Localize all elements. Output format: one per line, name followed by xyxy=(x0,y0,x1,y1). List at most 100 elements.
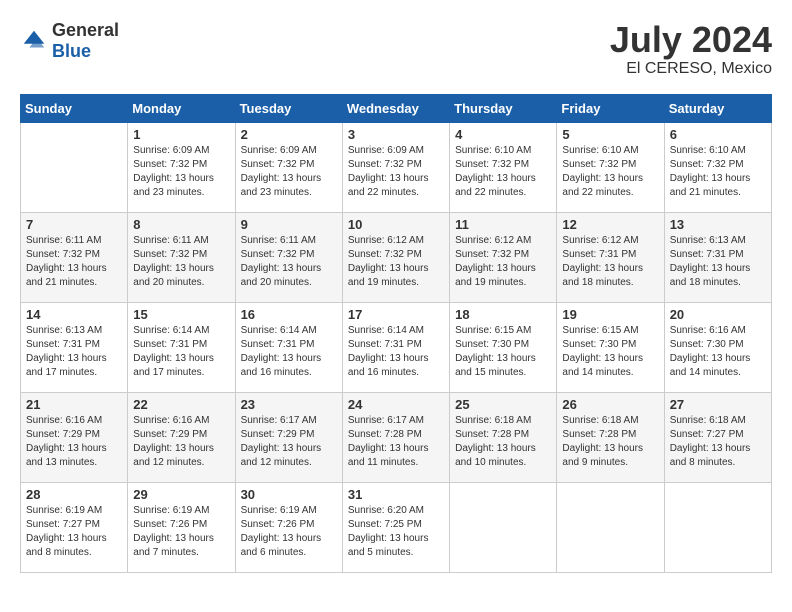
day-number: 4 xyxy=(455,127,551,142)
day-info: Sunrise: 6:13 AMSunset: 7:31 PMDaylight:… xyxy=(26,324,122,380)
calendar-cell: 13 Sunrise: 6:13 AMSunset: 7:31 PMDayligh… xyxy=(664,212,771,302)
day-info: Sunrise: 6:10 AMSunset: 7:32 PMDaylight:… xyxy=(455,144,551,200)
day-number: 23 xyxy=(241,397,337,412)
day-number: 17 xyxy=(348,307,444,322)
calendar-cell: 5 Sunrise: 6:10 AMSunset: 7:32 PMDaylight… xyxy=(557,122,664,212)
day-number: 24 xyxy=(348,397,444,412)
day-info: Sunrise: 6:18 AMSunset: 7:28 PMDaylight:… xyxy=(455,414,551,470)
day-info: Sunrise: 6:12 AMSunset: 7:31 PMDaylight:… xyxy=(562,234,658,290)
calendar-week-row: 28 Sunrise: 6:19 AMSunset: 7:27 PMDayligh… xyxy=(21,482,772,572)
weekday-header: Wednesday xyxy=(342,94,449,122)
day-number: 14 xyxy=(26,307,122,322)
day-number: 27 xyxy=(670,397,766,412)
day-info: Sunrise: 6:18 AMSunset: 7:27 PMDaylight:… xyxy=(670,414,766,470)
day-number: 15 xyxy=(133,307,229,322)
weekday-header: Monday xyxy=(128,94,235,122)
day-info: Sunrise: 6:10 AMSunset: 7:32 PMDaylight:… xyxy=(562,144,658,200)
day-number: 25 xyxy=(455,397,551,412)
calendar-cell: 20Sunrise: 6:16 AMSunset: 7:30 PMDayligh… xyxy=(664,302,771,392)
day-info: Sunrise: 6:12 AMSunset: 7:32 PMDaylight:… xyxy=(348,234,444,290)
day-number: 7 xyxy=(26,217,122,232)
calendar-cell: 1 Sunrise: 6:09 AMSunset: 7:32 PMDaylight… xyxy=(128,122,235,212)
calendar-week-row: 21 Sunrise: 6:16 AMSunset: 7:29 PMDayligh… xyxy=(21,392,772,482)
day-info: Sunrise: 6:20 AMSunset: 7:25 PMDaylight:… xyxy=(348,504,444,560)
day-info: Sunrise: 6:09 AMSunset: 7:32 PMDaylight:… xyxy=(133,144,229,200)
month-title: July 2024 xyxy=(610,20,772,60)
calendar-cell: 4 Sunrise: 6:10 AMSunset: 7:32 PMDaylight… xyxy=(450,122,557,212)
day-number: 3 xyxy=(348,127,444,142)
calendar-cell: 2 Sunrise: 6:09 AMSunset: 7:32 PMDaylight… xyxy=(235,122,342,212)
day-info: Sunrise: 6:14 AMSunset: 7:31 PMDaylight:… xyxy=(241,324,337,380)
calendar-week-row: 1 Sunrise: 6:09 AMSunset: 7:32 PMDaylight… xyxy=(21,122,772,212)
day-number: 8 xyxy=(133,217,229,232)
day-info: Sunrise: 6:09 AMSunset: 7:32 PMDaylight:… xyxy=(241,144,337,200)
calendar-cell: 6Sunrise: 6:10 AMSunset: 7:32 PMDaylight… xyxy=(664,122,771,212)
calendar-cell: 24 Sunrise: 6:17 AMSunset: 7:28 PMDayligh… xyxy=(342,392,449,482)
day-info: Sunrise: 6:18 AMSunset: 7:28 PMDaylight:… xyxy=(562,414,658,470)
calendar-cell: 15 Sunrise: 6:14 AMSunset: 7:31 PMDayligh… xyxy=(128,302,235,392)
calendar-cell: 22 Sunrise: 6:16 AMSunset: 7:29 PMDayligh… xyxy=(128,392,235,482)
calendar-cell: 7 Sunrise: 6:11 AMSunset: 7:32 PMDaylight… xyxy=(21,212,128,302)
day-info: Sunrise: 6:11 AMSunset: 7:32 PMDaylight:… xyxy=(26,234,122,290)
day-number: 5 xyxy=(562,127,658,142)
day-info: Sunrise: 6:09 AMSunset: 7:32 PMDaylight:… xyxy=(348,144,444,200)
day-info: Sunrise: 6:15 AMSunset: 7:30 PMDaylight:… xyxy=(455,324,551,380)
calendar-cell: 11 Sunrise: 6:12 AMSunset: 7:32 PMDayligh… xyxy=(450,212,557,302)
day-info: Sunrise: 6:16 AMSunset: 7:29 PMDaylight:… xyxy=(26,414,122,470)
calendar-cell: 30Sunrise: 6:19 AMSunset: 7:26 PMDayligh… xyxy=(235,482,342,572)
day-info: Sunrise: 6:16 AMSunset: 7:30 PMDaylight:… xyxy=(670,324,766,380)
day-number: 28 xyxy=(26,487,122,502)
calendar-cell: 19 Sunrise: 6:15 AMSunset: 7:30 PMDayligh… xyxy=(557,302,664,392)
day-number: 6 xyxy=(670,127,766,142)
day-number: 13 xyxy=(670,217,766,232)
day-number: 18 xyxy=(455,307,551,322)
calendar-cell: 27 Sunrise: 6:18 AMSunset: 7:27 PMDayligh… xyxy=(664,392,771,482)
calendar-table: SundayMondayTuesdayWednesdayThursdayFrid… xyxy=(20,94,772,573)
calendar-cell: 21 Sunrise: 6:16 AMSunset: 7:29 PMDayligh… xyxy=(21,392,128,482)
calendar-cell: 12Sunrise: 6:12 AMSunset: 7:31 PMDayligh… xyxy=(557,212,664,302)
day-number: 30 xyxy=(241,487,337,502)
day-info: Sunrise: 6:14 AMSunset: 7:31 PMDaylight:… xyxy=(348,324,444,380)
day-number: 2 xyxy=(241,127,337,142)
calendar-cell: 14 Sunrise: 6:13 AMSunset: 7:31 PMDayligh… xyxy=(21,302,128,392)
day-info: Sunrise: 6:19 AMSunset: 7:26 PMDaylight:… xyxy=(133,504,229,560)
calendar-cell: 25 Sunrise: 6:18 AMSunset: 7:28 PMDayligh… xyxy=(450,392,557,482)
day-number: 31 xyxy=(348,487,444,502)
weekday-header: Friday xyxy=(557,94,664,122)
location-title: El CERESO, Mexico xyxy=(610,60,772,78)
day-info: Sunrise: 6:15 AMSunset: 7:30 PMDaylight:… xyxy=(562,324,658,380)
calendar-cell xyxy=(557,482,664,572)
logo: General Blue xyxy=(20,20,119,62)
page-header: General Blue July 2024 El CERESO, Mexico xyxy=(20,20,772,78)
calendar-cell: 31 Sunrise: 6:20 AMSunset: 7:25 PMDayligh… xyxy=(342,482,449,572)
calendar-cell xyxy=(664,482,771,572)
weekday-header: Sunday xyxy=(21,94,128,122)
day-info: Sunrise: 6:13 AMSunset: 7:31 PMDaylight:… xyxy=(670,234,766,290)
calendar-cell: 23 Sunrise: 6:17 AMSunset: 7:29 PMDayligh… xyxy=(235,392,342,482)
day-number: 1 xyxy=(133,127,229,142)
calendar-cell: 3 Sunrise: 6:09 AMSunset: 7:32 PMDaylight… xyxy=(342,122,449,212)
day-number: 19 xyxy=(562,307,658,322)
day-info: Sunrise: 6:16 AMSunset: 7:29 PMDaylight:… xyxy=(133,414,229,470)
day-number: 29 xyxy=(133,487,229,502)
day-number: 21 xyxy=(26,397,122,412)
day-info: Sunrise: 6:17 AMSunset: 7:28 PMDaylight:… xyxy=(348,414,444,470)
day-info: Sunrise: 6:11 AMSunset: 7:32 PMDaylight:… xyxy=(133,234,229,290)
calendar-cell: 18 Sunrise: 6:15 AMSunset: 7:30 PMDayligh… xyxy=(450,302,557,392)
day-number: 10 xyxy=(348,217,444,232)
calendar-cell xyxy=(21,122,128,212)
day-info: Sunrise: 6:12 AMSunset: 7:32 PMDaylight:… xyxy=(455,234,551,290)
day-info: Sunrise: 6:14 AMSunset: 7:31 PMDaylight:… xyxy=(133,324,229,380)
day-info: Sunrise: 6:19 AMSunset: 7:27 PMDaylight:… xyxy=(26,504,122,560)
calendar-cell: 10 Sunrise: 6:12 AMSunset: 7:32 PMDayligh… xyxy=(342,212,449,302)
day-number: 22 xyxy=(133,397,229,412)
logo-blue: Blue xyxy=(52,41,91,61)
day-info: Sunrise: 6:17 AMSunset: 7:29 PMDaylight:… xyxy=(241,414,337,470)
calendar-cell: 26Sunrise: 6:18 AMSunset: 7:28 PMDayligh… xyxy=(557,392,664,482)
calendar-cell: 16Sunrise: 6:14 AMSunset: 7:31 PMDayligh… xyxy=(235,302,342,392)
day-number: 11 xyxy=(455,217,551,232)
day-number: 9 xyxy=(241,217,337,232)
logo-general: General xyxy=(52,20,119,40)
logo-text: General Blue xyxy=(52,20,119,62)
calendar-cell: 17 Sunrise: 6:14 AMSunset: 7:31 PMDayligh… xyxy=(342,302,449,392)
